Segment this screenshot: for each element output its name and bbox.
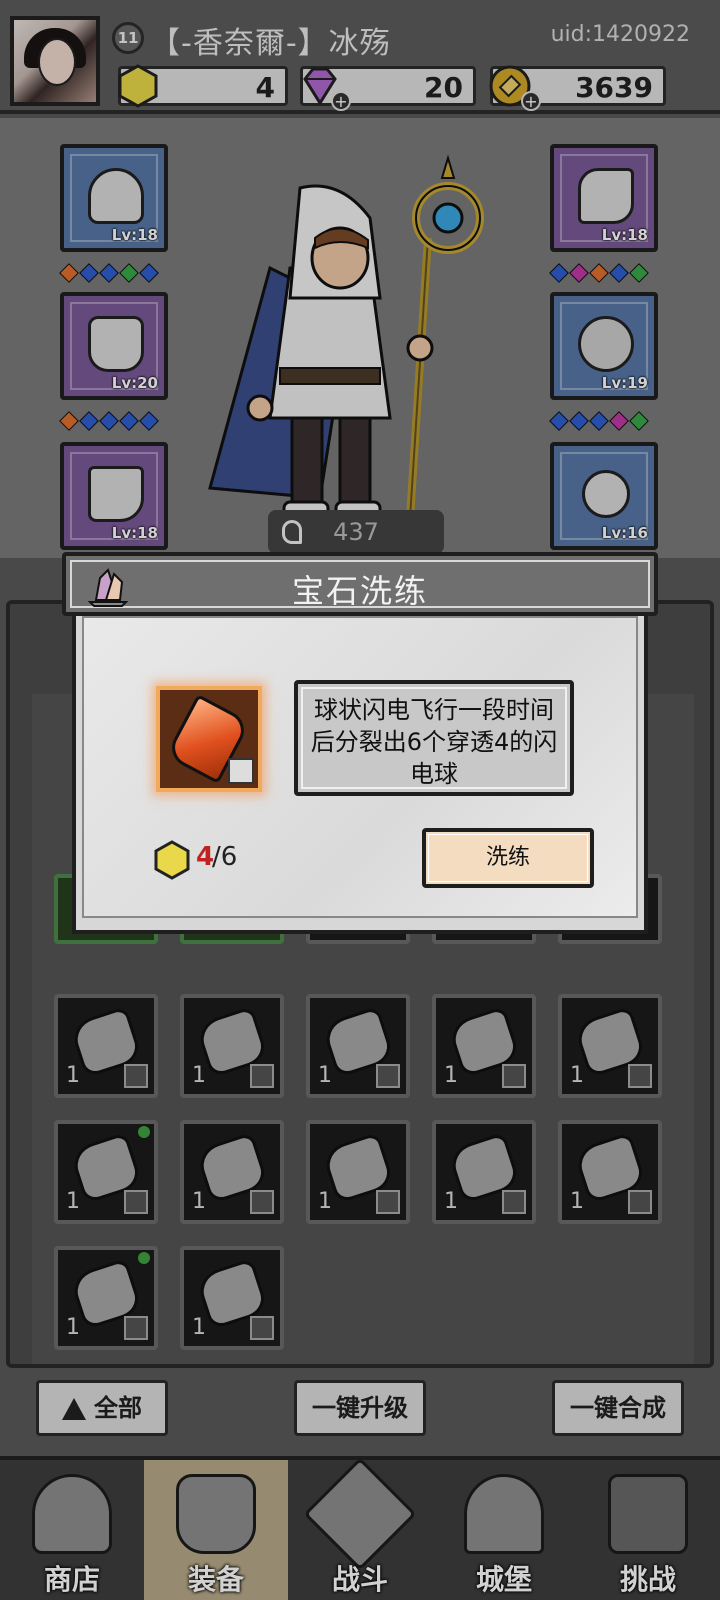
gem-item-card[interactable] — [156, 686, 262, 792]
shell-badge-icon — [228, 758, 254, 784]
gem-description: 球状闪电飞行一段时间后分裂出6个穿透4的闪电球 — [310, 696, 558, 788]
gem-refine-dialog: 宝石洗练 球状闪电飞行一段时间后分裂出6个穿透4的闪电球 4 /6 洗练 — [62, 552, 658, 944]
button-frame — [428, 834, 588, 882]
refine-button[interactable]: 洗练 — [422, 828, 594, 888]
yellow-hex-coin-icon — [154, 840, 190, 880]
dialog-body: 球状闪电飞行一段时间后分裂出6个穿透4的闪电球 4 /6 洗练 — [72, 616, 648, 934]
dialog-title-bar: 宝石洗练 — [62, 552, 658, 616]
game-screen: 11 【-香奈爾-】冰殇 uid:1420922 4 + 20 + 3639 L… — [0, 0, 720, 1600]
gem-description-box: 球状闪电飞行一段时间后分裂出6个穿透4的闪电球 — [294, 680, 574, 796]
cost-need: /6 — [212, 842, 238, 872]
dialog-title: 宝石洗练 — [291, 572, 428, 610]
